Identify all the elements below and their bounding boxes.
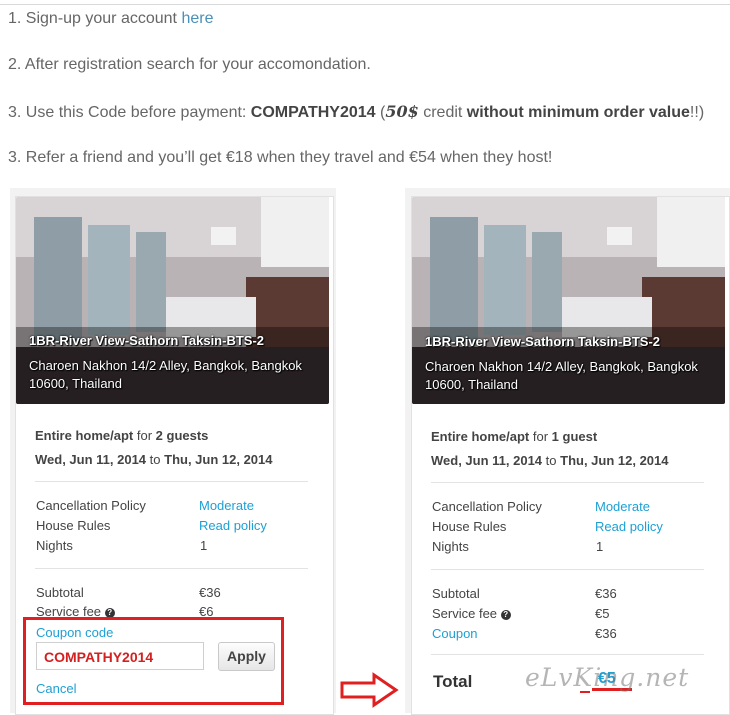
subtotal-value: €36 [595,586,617,601]
house-rules-link[interactable]: Read policy [595,519,663,534]
cancellation-policy-link[interactable]: Moderate [199,498,254,513]
step-3-text: 3. Use this Code before payment: [8,104,251,121]
watermark: eLvKing.net [525,663,690,692]
listing-photo: 1BR-River View-Sathorn Taksin-BTS-2 Char… [412,197,725,404]
signup-here-link[interactable]: here [181,10,213,27]
subtotal-label: Subtotal [432,586,480,601]
listing-photo: 1BR-River View-Sathorn Taksin-BTS-2 Char… [16,197,329,404]
divider [35,568,308,569]
room-type: Entire home/apt [35,428,134,443]
for-word: for [133,428,156,443]
step-3: 3. Use this Code before payment: COMPATH… [8,102,704,122]
subtotal-label: Subtotal [36,585,84,600]
listing-title[interactable]: 1BR-River View-Sathorn Taksin-BTS-2 [425,334,660,349]
house-rules-label: House Rules [432,519,507,534]
service-fee-label: Service fee ? [432,606,511,621]
checkin-date: Wed, Jun 11, 2014 [35,452,147,467]
to-word: to [542,453,561,468]
right-arrow-icon [340,672,399,708]
divider [431,482,704,483]
coupon-highlight-box [23,617,284,705]
step-3-paren: ( [375,104,386,121]
booking-dates: Wed, Jun 11, 2014 to Thu, Jun 12, 2014 [35,452,273,467]
house-rules-label: House Rules [36,518,111,533]
subtotal-value: €36 [199,585,221,600]
service-fee-value: €5 [595,606,610,621]
listing-address: Charoen Nakhon 14/2 Alley, Bangkok, Bang… [29,358,302,391]
cancellation-policy-link[interactable]: Moderate [595,499,650,514]
nights-value: 1 [596,539,604,554]
top-divider [0,4,730,5]
guest-count: 1 guest [551,429,598,444]
coupon-label[interactable]: Coupon [432,626,478,641]
total-label: Total [433,672,473,691]
coupon-value: €36 [595,626,617,641]
nights-label: Nights [36,538,73,553]
booking-summary: Entire home/apt for 2 guests [35,428,208,443]
listing-title[interactable]: 1BR-River View-Sathorn Taksin-BTS-2 [29,333,264,348]
guest-count: 2 guests [155,428,209,443]
cancellation-policy-label: Cancellation Policy [432,499,542,514]
room-type: Entire home/apt [431,429,530,444]
house-rules-link[interactable]: Read policy [199,518,267,533]
for-word: for [529,429,552,444]
step-1-text: 1. Sign-up your account [8,10,182,27]
step-2: 2. After registration search for your ac… [8,56,371,73]
cancellation-policy-label: Cancellation Policy [36,498,146,513]
step-3-condition: without minimum order value [466,104,690,121]
to-word: to [146,452,165,467]
promo-code: COMPATHY2014 [250,104,376,121]
checkin-date: Wed, Jun 11, 2014 [431,453,543,468]
divider [431,654,704,655]
divider [35,481,308,482]
checkout-date: Thu, Jun 12, 2014 [560,453,669,468]
step-1: 1. Sign-up your account here [8,10,213,28]
step-4: 3. Refer a friend and you’ll get €18 whe… [8,149,553,166]
nights-value: 1 [200,538,208,553]
step-3-credit: credit [418,104,467,121]
service-fee-text: Service fee [432,606,498,621]
right-booking-card: 1BR-River View-Sathorn Taksin-BTS-2 Char… [411,196,730,715]
nights-label: Nights [432,539,469,554]
checkout-date: Thu, Jun 12, 2014 [164,452,273,467]
listing-address: Charoen Nakhon 14/2 Alley, Bangkok, Bang… [425,359,698,392]
booking-dates: Wed, Jun 11, 2014 to Thu, Jun 12, 2014 [431,453,669,468]
divider [431,569,704,570]
step-3-end: !!) [689,104,705,121]
credit-amount: 50$ [385,102,419,121]
booking-summary: Entire home/apt for 1 guest [431,429,597,444]
question-circle-icon[interactable]: ? [500,610,511,620]
